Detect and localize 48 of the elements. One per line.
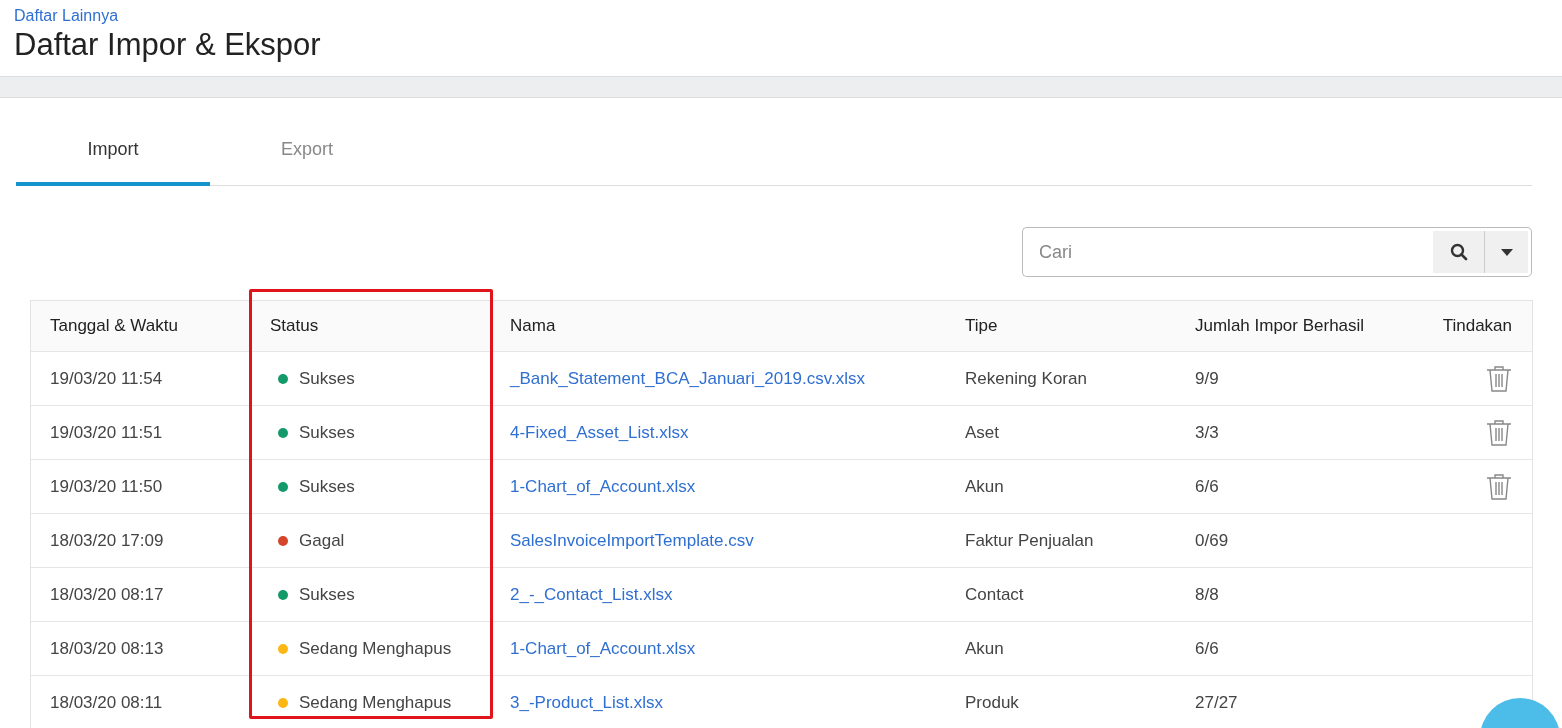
datetime-cell: 18/03/20 08:17	[50, 584, 164, 605]
column-header: Jumlah Impor Berhasil	[1195, 316, 1365, 336]
breadcrumb-link[interactable]: Daftar Lainnya	[14, 7, 119, 25]
file-link[interactable]: 1-Chart_of_Account.xlsx	[510, 476, 696, 497]
tab[interactable]: Import	[16, 127, 210, 186]
count-cell: 3/3	[1195, 422, 1219, 443]
datetime-cell: 19/03/20 11:50	[50, 476, 163, 497]
status-cell: Gagal	[299, 530, 345, 551]
page-title: Daftar Impor & Ekspor	[14, 27, 322, 63]
file-link[interactable]: 2_-_Contact_List.xlsx	[510, 584, 673, 605]
column-header: Status	[270, 316, 319, 336]
datetime-cell: 18/03/20 08:11	[50, 692, 163, 713]
trash-icon[interactable]	[1486, 472, 1512, 501]
status-cell: Sukses	[299, 422, 355, 443]
datetime-cell: 19/03/20 11:51	[50, 422, 163, 443]
column-header: Nama	[510, 316, 556, 336]
count-cell: 8/8	[1195, 584, 1219, 605]
column-header: Tipe	[965, 316, 998, 336]
datetime-cell: 18/03/20 08:13	[50, 638, 164, 659]
count-cell: 27/27	[1195, 692, 1238, 713]
type-cell: Akun	[965, 476, 1004, 497]
file-link[interactable]: 1-Chart_of_Account.xlsx	[510, 638, 696, 659]
trash-icon[interactable]	[1486, 364, 1512, 393]
type-cell: Contact	[965, 584, 1024, 605]
datetime-cell: 18/03/20 17:09	[50, 530, 164, 551]
file-link[interactable]: 3_-Product_List.xlsx	[510, 692, 664, 713]
status-cell: Sukses	[299, 476, 355, 497]
count-cell: 6/6	[1195, 638, 1219, 659]
column-header: Tindakan	[1442, 316, 1512, 336]
file-link[interactable]: SalesInvoiceImportTemplate.csv	[510, 530, 754, 551]
status-cell: Sedang Menghapus	[299, 638, 452, 659]
trash-icon[interactable]	[1486, 418, 1512, 447]
count-cell: 0/69	[1195, 530, 1229, 551]
type-cell: Aset	[965, 422, 1000, 443]
type-cell: Faktur Penjualan	[965, 530, 1094, 551]
datetime-cell: 19/03/20 11:54	[50, 368, 163, 389]
status-cell: Sedang Menghapus	[299, 692, 452, 713]
file-link[interactable]: 4-Fixed_Asset_List.xlsx	[510, 422, 689, 443]
type-cell: Akun	[965, 638, 1004, 659]
status-cell: Sukses	[299, 584, 355, 605]
status-cell: Sukses	[299, 368, 355, 389]
type-cell: Produk	[965, 692, 1019, 713]
file-link[interactable]: _Bank_Statement_BCA_Januari_2019.csv.xlsx	[510, 368, 865, 389]
type-cell: Rekening Koran	[965, 368, 1087, 389]
column-header: Tanggal & Waktu	[50, 316, 178, 336]
count-cell: 9/9	[1195, 368, 1219, 389]
count-cell: 6/6	[1195, 476, 1219, 497]
tab[interactable]: Export	[210, 127, 404, 186]
